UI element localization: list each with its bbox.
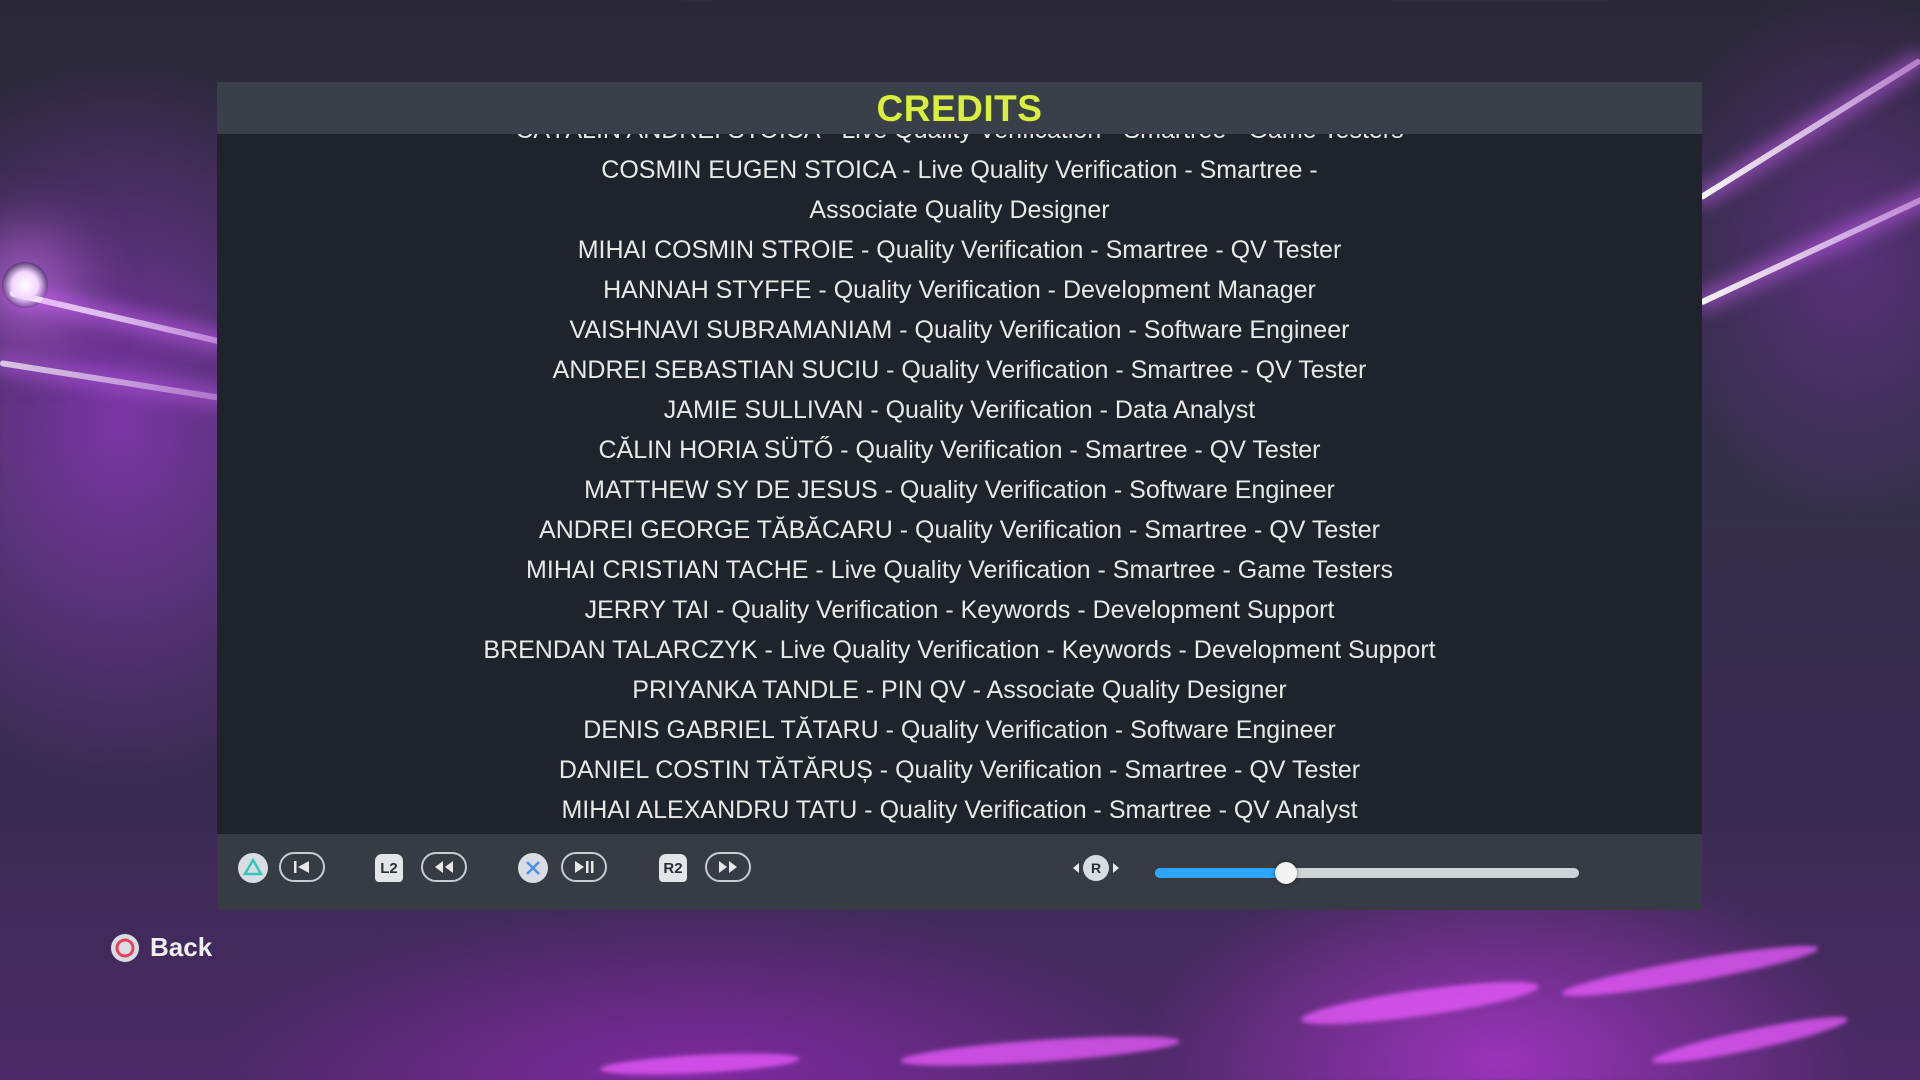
- skip-to-start-icon: [294, 861, 309, 873]
- r2-label: R2: [659, 854, 687, 882]
- back-button[interactable]: Back: [110, 932, 212, 963]
- credit-line: MIHAI COSMIN STROIE - Quality Verificati…: [577, 236, 1342, 264]
- credit-line: VAISHNAVI SUBRAMANIAM - Quality Verifica…: [569, 316, 1350, 344]
- credit-text: COSMIN EUGEN STOICA - Live Quality Verif…: [601, 156, 1318, 224]
- l2-label: L2: [375, 854, 403, 882]
- light-beam: [1698, 57, 1920, 201]
- fast-forward-icon: [719, 861, 737, 873]
- rewind-icon: [435, 861, 453, 873]
- cross-button-icon[interactable]: [517, 850, 549, 886]
- credit-line: CĂLIN HORIA SÜTŐ - Quality Verification …: [598, 436, 1321, 464]
- light-beam: [1698, 190, 1920, 306]
- credit-line: ANDREI GEORGE TĂBĂCARU - Quality Verific…: [539, 516, 1380, 544]
- circle-button-icon: [111, 933, 139, 962]
- credits-scroll-area[interactable]: CĂTĂLIN ANDREI STOICA - Live Quality Ver…: [217, 134, 1702, 834]
- credit-line: ANDREI SEBASTIAN SUCIU - Quality Verific…: [552, 356, 1367, 384]
- floor-glow: [1299, 973, 1541, 1033]
- l2-button[interactable]: L2: [375, 850, 403, 886]
- skip-to-start-button[interactable]: [279, 852, 325, 882]
- spotlight: [2, 262, 48, 308]
- floor-glow: [1560, 937, 1820, 1005]
- playback-controls: L2 R2 R: [217, 834, 1702, 910]
- play-pause-icon: [575, 861, 594, 873]
- triangle-button-icon[interactable]: [237, 850, 269, 886]
- credit-line: DENIS GABRIEL TĂTARU - Quality Verificat…: [583, 716, 1336, 744]
- back-label: Back: [150, 932, 213, 962]
- light-beam: [0, 360, 228, 402]
- credit-line: CĂTĂLIN ANDREI STOICA - Live Quality Ver…: [217, 134, 1702, 150]
- rewind-button[interactable]: [421, 852, 467, 882]
- credit-line: MIHAI CRISTIAN TACHE - Live Quality Veri…: [526, 556, 1393, 584]
- credit-line: COSMIN EUGEN STOICA - Live Quality Verif…: [217, 150, 1702, 230]
- credit-line: DANIEL COSTIN TĂTĂRUȘ - Quality Verifica…: [558, 756, 1361, 784]
- credit-line: JAMIE SULLIVAN - Quality Verification - …: [663, 396, 1256, 424]
- floor-glow: [1650, 1009, 1850, 1071]
- play-pause-button[interactable]: [561, 852, 607, 882]
- credit-line: HANNAH STYFFE - Quality Verification - D…: [603, 276, 1316, 304]
- floor-glow: [899, 1030, 1181, 1072]
- credit-line: BRENDAN TALARCZYK - Live Quality Verific…: [483, 636, 1436, 664]
- credits-panel: CREDITS CĂTĂLIN ANDREI STOICA - Live Qua…: [217, 82, 1702, 910]
- right-stick-label: R: [1090, 860, 1102, 876]
- credit-line: JERRY TAI - Quality Verification - Keywo…: [584, 596, 1335, 624]
- slider-fill: [1155, 868, 1287, 878]
- slider-thumb[interactable]: [1275, 862, 1298, 884]
- fast-forward-button[interactable]: [705, 852, 751, 882]
- credit-line: PRIYANKA TANDLE - PIN QV - Associate Qua…: [632, 676, 1287, 704]
- right-stick-icon[interactable]: R: [1069, 850, 1123, 886]
- page-title: CREDITS: [876, 88, 1043, 129]
- credit-line: MATTHEW SY DE JESUS - Quality Verificati…: [584, 476, 1335, 504]
- playback-progress-slider[interactable]: [1155, 862, 1579, 884]
- floor-glow: [599, 1049, 801, 1079]
- panel-header: CREDITS: [217, 82, 1702, 134]
- r2-button[interactable]: R2: [659, 850, 687, 886]
- credit-line: MIHAI ALEXANDRU TATU - Quality Verificat…: [561, 796, 1358, 824]
- credits-list: CĂTĂLIN ANDREI STOICA - Live Quality Ver…: [217, 134, 1702, 830]
